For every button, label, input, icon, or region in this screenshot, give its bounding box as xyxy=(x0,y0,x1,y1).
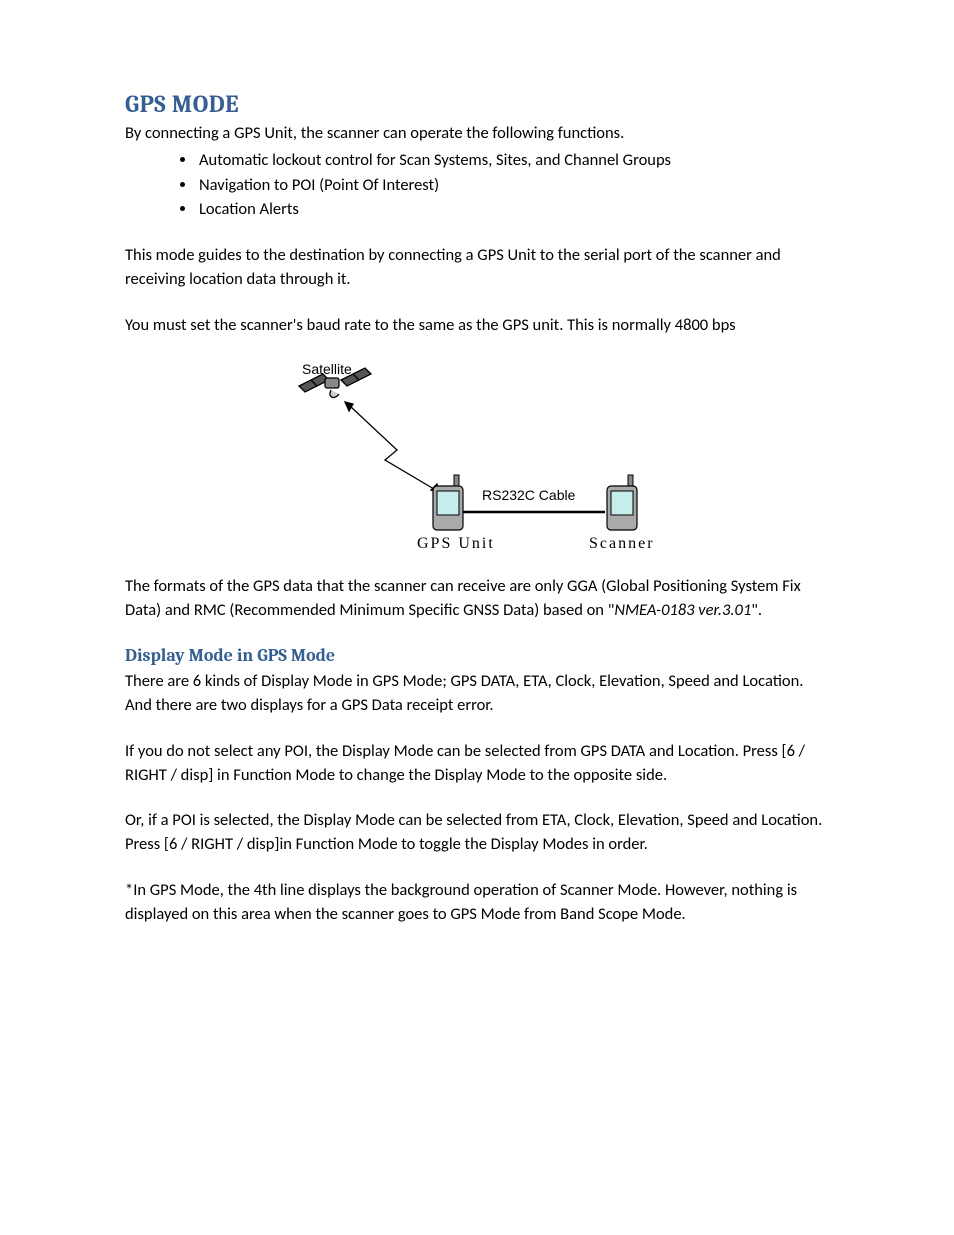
cable-label: RS232C Cable xyxy=(482,487,576,503)
intro-paragraph: By connecting a GPS Unit, the scanner ca… xyxy=(125,122,829,146)
body-paragraph: You must set the scanner's baud rate to … xyxy=(125,314,829,338)
gps-unit-icon xyxy=(433,475,463,530)
feature-bullet-list: Automatic lockout control for Scan Syste… xyxy=(125,148,829,222)
section-subtitle: Display Mode in GPS Mode xyxy=(125,645,829,666)
list-item: Automatic lockout control for Scan Syste… xyxy=(197,148,829,173)
text-run: ". xyxy=(751,600,762,620)
connection-diagram: Satellite xyxy=(125,360,829,555)
body-paragraph: *In GPS Mode, the 4th line displays the … xyxy=(125,879,829,927)
page-title: GPS MODE xyxy=(125,90,829,118)
document-page: GPS MODE By connecting a GPS Unit, the s… xyxy=(0,0,954,1009)
gps-unit-label: GPS Unit xyxy=(417,535,495,552)
list-item: Location Alerts xyxy=(197,197,829,222)
diagram-svg: Satellite xyxy=(287,360,667,555)
satellite-label: Satellite xyxy=(302,361,352,377)
body-paragraph: There are 6 kinds of Display Mode in GPS… xyxy=(125,670,829,718)
scanner-label: Scanner xyxy=(589,535,655,552)
body-paragraph: The formats of the GPS data that the sca… xyxy=(125,575,829,623)
list-item: Navigation to POI (Point Of Interest) xyxy=(197,173,829,198)
body-paragraph: Or, if a POI is selected, the Display Mo… xyxy=(125,809,829,857)
scanner-icon xyxy=(607,475,637,530)
signal-line xyxy=(345,402,439,492)
nmea-spec: NMEA-0183 ver.3.01 xyxy=(614,600,751,620)
body-paragraph: If you do not select any POI, the Displa… xyxy=(125,740,829,788)
body-paragraph: This mode guides to the destination by c… xyxy=(125,244,829,292)
